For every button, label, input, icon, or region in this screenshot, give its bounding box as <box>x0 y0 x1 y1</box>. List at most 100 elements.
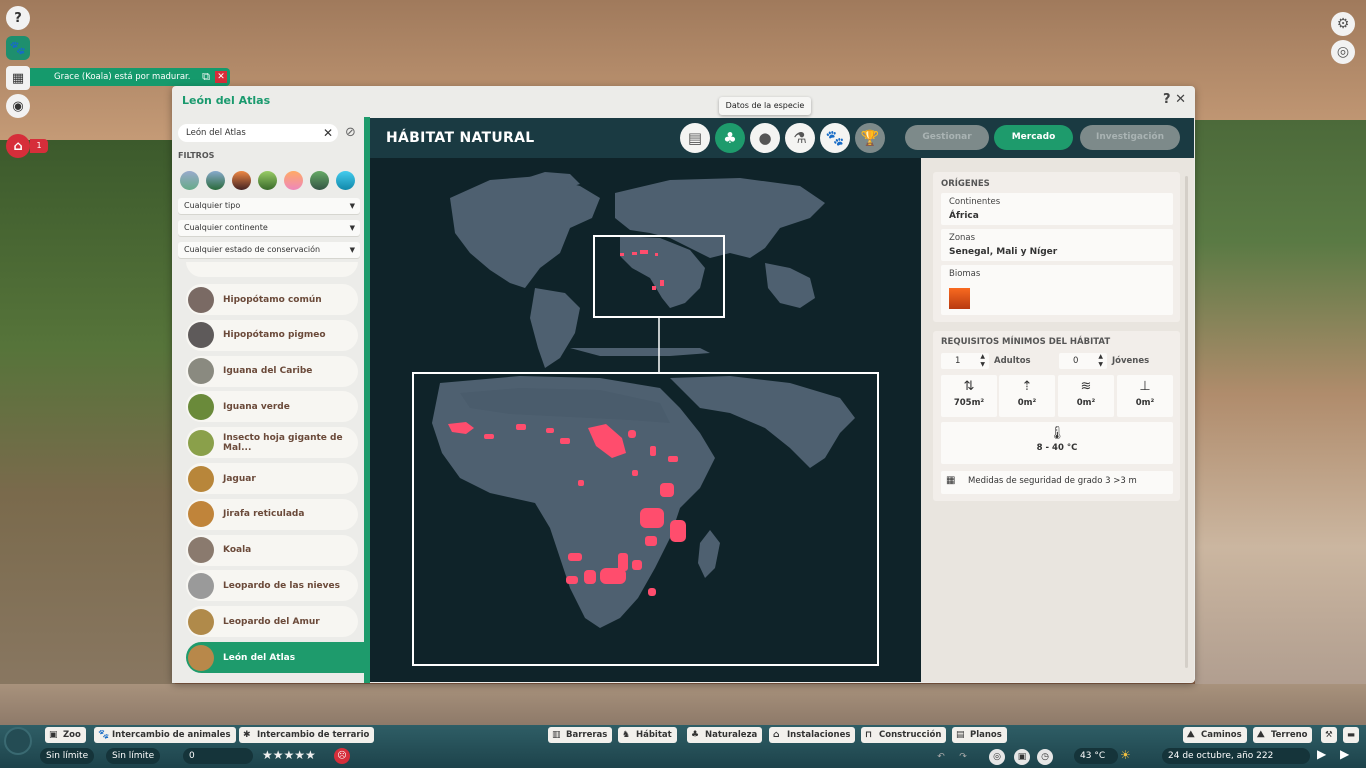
external-link-icon[interactable]: ⧉ <box>202 70 210 84</box>
species-list-item[interactable]: Hipopótamo pigmeo <box>186 319 358 351</box>
delete-tab[interactable]: ▬ <box>1343 727 1360 743</box>
notification-bar[interactable]: Grace (Koala) está por madurar. ⧉ ✕ <box>30 68 230 86</box>
adults-stepper[interactable]: 1 ▲ ▼ <box>941 353 989 369</box>
zoo-tab[interactable]: ▣ Zoo <box>45 727 86 743</box>
bug-icon: ✱ <box>243 730 251 740</box>
window-controls: ? ✕ <box>1163 92 1186 107</box>
blueprints-tab[interactable]: ▤ Planos <box>952 727 1007 743</box>
conservation-dropdown[interactable]: Cualquier estado de conservación ▼ <box>178 242 360 258</box>
habitat-icon[interactable]: ♣ <box>715 123 745 153</box>
warning-button[interactable]: ⌂ <box>6 134 30 158</box>
content-title: HÁBITAT NATURAL <box>386 130 535 146</box>
species-avatar <box>188 501 214 528</box>
species-data-icon[interactable]: ● <box>750 123 780 153</box>
info-scrollbar[interactable] <box>1185 176 1188 668</box>
compass-icon[interactable] <box>4 727 32 755</box>
animal-exchange-tab[interactable]: 🐾 Intercambio de animales <box>94 727 236 743</box>
young-stepper[interactable]: 0 ▲ ▼ <box>1059 353 1107 369</box>
filters-label: FILTROS <box>178 151 215 160</box>
warning-count: 1 <box>30 139 48 153</box>
species-list-item[interactable]: Hipopótamo común <box>186 284 358 315</box>
construction-tab[interactable]: ⊓ Construcción <box>861 727 947 743</box>
thermometer-icon: 🌡 <box>1048 426 1066 441</box>
fast-forward-icon[interactable]: ▶ <box>1340 747 1349 761</box>
trophy-icon[interactable]: 🏆 <box>855 123 885 153</box>
biome-filter-aquatic-icon[interactable] <box>336 171 355 190</box>
market-button[interactable]: Mercado <box>994 125 1073 150</box>
biome-filter-temperate-icon[interactable] <box>206 171 225 190</box>
speed-icon[interactable]: ◷ <box>1037 749 1053 765</box>
tools-tab[interactable]: ⚒ <box>1321 727 1337 743</box>
paths-tab[interactable]: ⛰ Caminos <box>1183 727 1247 743</box>
calendar-icon[interactable]: ▦ <box>6 66 30 90</box>
overview-clipboard-icon[interactable]: ▤ <box>680 123 710 153</box>
habitat-map <box>370 158 921 682</box>
species-list-item[interactable]: Leopardo de las nieves <box>186 570 358 602</box>
water-area-stat: ≋ 0m² <box>1058 375 1114 417</box>
species-avatar <box>188 608 214 635</box>
species-list-item[interactable]: Iguana del Caribe <box>186 355 358 387</box>
no-filter-icon[interactable]: ⊘ <box>345 125 356 140</box>
stepper-arrows-icon[interactable]: ▲ ▼ <box>980 353 985 369</box>
species-name: León del Atlas <box>223 652 296 663</box>
chevron-down-icon: ▼ <box>349 202 355 210</box>
biome-filter-grassland-icon[interactable] <box>180 171 199 190</box>
species-list-item[interactable]: Iguana verde <box>186 391 358 423</box>
terrain-tab[interactable]: ⛰ Terreno <box>1253 727 1313 743</box>
habitat-tab[interactable]: ♞ Hábitat <box>618 727 677 743</box>
world-map <box>412 172 879 666</box>
species-list-item[interactable]: Leopardo del Amur <box>186 606 358 638</box>
sun-icon: ☀ <box>1120 748 1131 762</box>
species-list-item[interactable] <box>186 262 358 277</box>
temperature-range: 8 - 40 °C <box>1036 443 1078 453</box>
species-list-item[interactable]: Koala <box>186 534 358 566</box>
species-list-item[interactable]: Insecto hoja gigante de Mal... <box>186 427 358 459</box>
notification-close-icon[interactable]: ✕ <box>215 71 227 83</box>
enrichment-icon[interactable]: ⚗ <box>785 123 815 153</box>
deep-water-icon: ⊥ <box>1139 379 1151 394</box>
species-search-input[interactable]: León del Atlas ✕ <box>178 124 338 142</box>
manage-button[interactable]: Gestionar <box>905 125 989 150</box>
biome-filter-desert-icon[interactable] <box>284 171 303 190</box>
paw-icon[interactable]: 🐾 <box>820 123 850 153</box>
continents-value: África <box>949 211 979 221</box>
clear-search-icon[interactable]: ✕ <box>323 124 333 142</box>
undo-icon[interactable]: ↶ <box>933 749 949 765</box>
species-list[interactable]: Hipopótamo común Hipopótamo pigmeo Iguana … <box>172 262 367 683</box>
redo-icon[interactable]: ↷ <box>955 749 971 765</box>
camera-icon[interactable]: ◎ <box>1331 40 1355 64</box>
facilities-tab[interactable]: ⌂ Instalaciones <box>769 727 856 743</box>
continent-dropdown[interactable]: Cualquier continente ▼ <box>178 220 360 236</box>
window-help-button[interactable]: ? <box>1163 92 1171 107</box>
type-dropdown[interactable]: Cualquier tipo ▼ <box>178 198 360 214</box>
stepper-arrows-icon[interactable]: ▲ ▼ <box>1098 353 1103 369</box>
terrain-icon: ⛰ <box>1257 730 1265 740</box>
biome-filter-taiga-icon[interactable] <box>310 171 329 190</box>
species-avatar <box>188 322 214 349</box>
species-list-item[interactable]: Jaguar <box>186 463 358 494</box>
window-close-button[interactable]: ✕ <box>1175 92 1186 107</box>
origins-heading: ORÍGENES <box>941 179 990 189</box>
biome-filter-tropical-icon[interactable] <box>258 171 277 190</box>
species-avatar <box>188 537 214 564</box>
species-list-item[interactable]: León del Atlas <box>186 642 367 673</box>
barriers-tab[interactable]: ▥ Barreras <box>548 727 613 743</box>
fence-icon: ▦ <box>946 475 956 486</box>
scenery-right <box>1195 120 1366 730</box>
play-speed-icon[interactable]: ▶ <box>1317 747 1326 761</box>
mood-icon[interactable]: ☹ <box>334 748 350 764</box>
eye-icon[interactable]: ◉ <box>6 94 30 118</box>
paw-icon[interactable]: 🐾 <box>6 36 30 60</box>
nature-tab[interactable]: ♣ Naturaleza <box>687 727 763 743</box>
photo-icon[interactable]: ▣ <box>1014 749 1030 765</box>
terrarium-exchange-tab[interactable]: ✱ Intercambio de terrario <box>239 727 375 743</box>
species-name: Jirafa reticulada <box>223 509 305 520</box>
biome-filter-savanna-icon[interactable] <box>232 171 251 190</box>
species-list-item[interactable]: Jirafa reticulada <box>186 498 358 530</box>
settings-gear-icon[interactable]: ⚙ <box>1331 12 1355 36</box>
facility-icon: ⌂ <box>773 730 780 740</box>
path-icon: ⛰ <box>1187 730 1195 740</box>
research-button[interactable]: Investigación <box>1080 125 1180 150</box>
help-button[interactable]: ? <box>6 6 30 30</box>
camera-mode-icon[interactable]: ◎ <box>989 749 1005 765</box>
